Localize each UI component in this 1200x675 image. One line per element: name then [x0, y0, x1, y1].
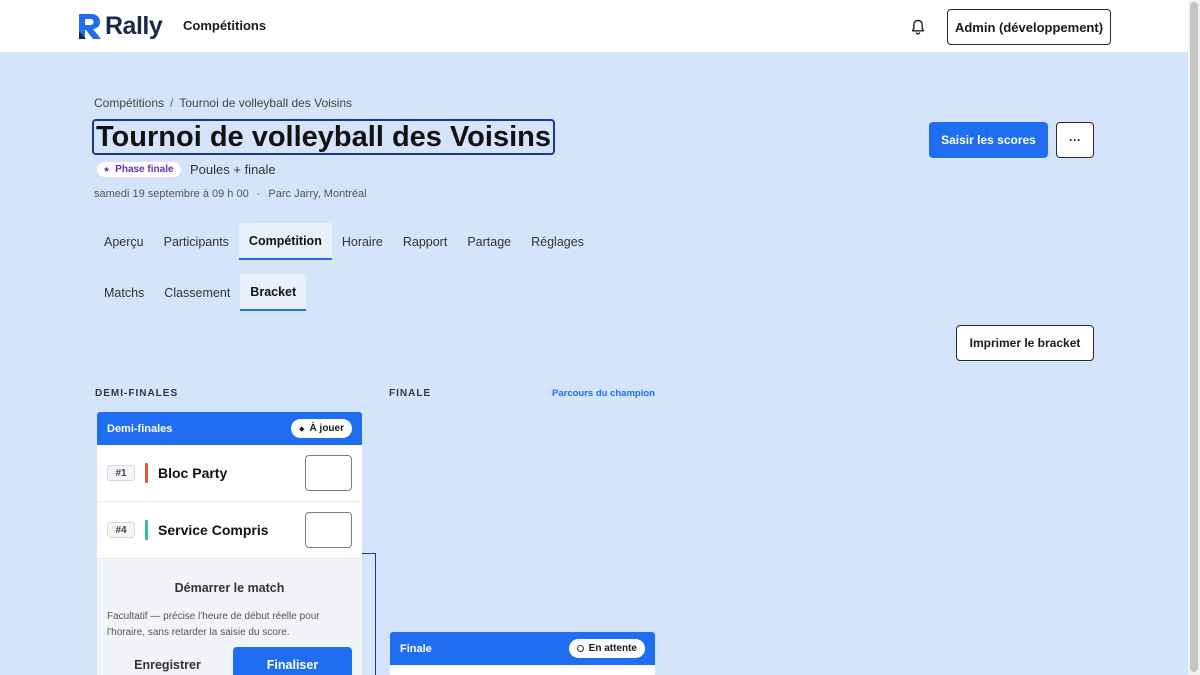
event-date: samedi 19 septembre à 09 h 00 [94, 188, 249, 200]
page-title[interactable]: Tournoi de volleyball des Voisins [92, 119, 555, 155]
column-label-final: FINALE [389, 388, 432, 399]
meta-separator: · [256, 188, 261, 200]
breadcrumb-root[interactable]: Compétitions [94, 96, 164, 110]
phase-badge-label: Phase finale [115, 164, 174, 175]
finalize-button[interactable]: Finaliser [233, 647, 352, 675]
subtab-matchs[interactable]: Matchs [94, 274, 154, 311]
tab-rapport[interactable]: Rapport [393, 223, 457, 260]
bracket-connector [362, 553, 376, 675]
breadcrumb-current: Tournoi de volleyball des Voisins [179, 96, 353, 110]
phase-badge: ★ Phase finale [96, 161, 182, 178]
event-location: Parc Jarry, Montréal [268, 188, 367, 200]
score-input[interactable] [305, 512, 352, 548]
team-color-bar [145, 520, 148, 540]
match-card-header: Finale En attente [390, 632, 655, 665]
start-match-note: Facultatif — précise l'heure de début ré… [107, 611, 320, 638]
team-row: #4 Service Compris [97, 502, 362, 559]
team-name: Service Compris [158, 522, 269, 538]
enter-scores-button[interactable]: Saisir les scores [929, 122, 1048, 158]
match-name: Demi-finales [107, 422, 173, 435]
start-match-title: Démarrer le match [174, 581, 285, 595]
logo-text: Rally [105, 12, 163, 40]
match-card-semifinal: Demi-finales ◆ À jouer #1 Bloc Party #4 … [97, 412, 362, 675]
subtab-classement[interactable]: Classement [154, 274, 240, 311]
rally-logo-icon [79, 14, 101, 39]
column-label-semis: DEMI-FINALES [95, 388, 179, 399]
team-seed: #4 [107, 522, 135, 538]
status-label: À jouer [309, 423, 344, 434]
match-card-final: Finale En attente [390, 632, 655, 675]
main-tabs: Aperçu Participants Compétition Horaire … [94, 223, 594, 260]
save-button[interactable]: Enregistrer [107, 647, 228, 675]
team-row: #1 Bloc Party [97, 445, 362, 502]
ellipsis-icon: ··· [1069, 133, 1081, 147]
score-input[interactable] [305, 455, 352, 491]
team-name: Bloc Party [158, 465, 228, 481]
breadcrumb: Compétitions / Tournoi de volleyball des… [94, 96, 352, 110]
nav-competitions[interactable]: Compétitions [183, 18, 266, 33]
print-bracket-button[interactable]: Imprimer le bracket [956, 325, 1094, 361]
diamond-icon: ◆ [299, 425, 305, 433]
tab-reglages[interactable]: Réglages [521, 223, 594, 260]
logo[interactable]: Rally [78, 12, 163, 41]
tab-participants[interactable]: Participants [154, 223, 239, 260]
status-label: En attente [588, 643, 637, 654]
star-icon: ★ [103, 165, 111, 174]
start-match-section: Démarrer le match Facultatif — précise l… [97, 559, 362, 675]
match-card-header: Demi-finales ◆ À jouer [97, 412, 362, 445]
status-badge: En attente [568, 639, 645, 658]
circle-icon [576, 645, 584, 652]
champion-path-link[interactable]: Parcours du champion [552, 388, 655, 399]
tab-apercu[interactable]: Aperçu [94, 223, 154, 260]
notification-bell-icon[interactable] [909, 18, 927, 36]
tab-competition[interactable]: Compétition [238, 223, 332, 260]
team-color-bar [145, 463, 148, 483]
admin-button[interactable]: Admin (développement) [947, 9, 1111, 45]
tab-horaire[interactable]: Horaire [332, 223, 393, 260]
subtab-bracket[interactable]: Bracket [240, 274, 307, 311]
match-name: Finale [400, 642, 432, 655]
scrollbar-thumb[interactable] [1190, 2, 1198, 672]
tab-partage[interactable]: Partage [457, 223, 521, 260]
team-seed: #1 [107, 465, 135, 481]
status-badge: ◆ À jouer [291, 419, 352, 438]
top-bar: Rally Compétitions Admin (développement) [0, 0, 1188, 53]
format-label: Poules + finale [190, 162, 276, 177]
sub-tabs: Matchs Classement Bracket [94, 274, 307, 311]
breadcrumb-separator: / [170, 96, 174, 110]
event-meta: samedi 19 septembre à 09 h 00 · Parc Jar… [94, 188, 367, 200]
more-options-button[interactable]: ··· [1056, 122, 1094, 158]
